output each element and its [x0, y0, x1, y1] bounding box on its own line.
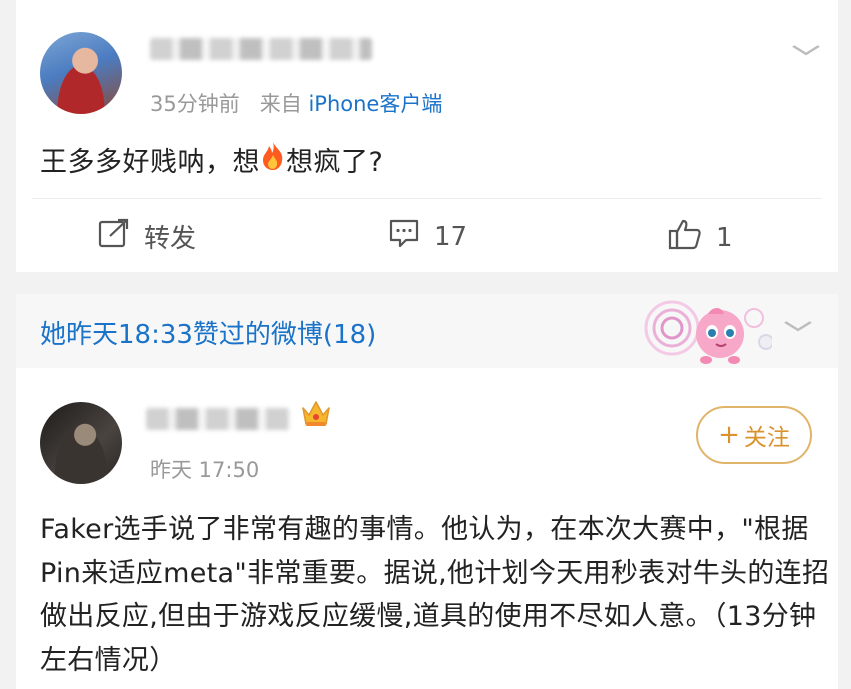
jigglypuff-decoration: [642, 294, 774, 368]
comment-count: 17: [434, 221, 468, 252]
liked-section-title[interactable]: 她昨天18:33赞过的微博(18): [40, 314, 376, 351]
comment-icon: [388, 218, 420, 255]
from-label: 来自: [259, 92, 302, 116]
post-text: Faker选手说了非常有趣的事情。他认为，在本次大赛中，"根据Pin来适应met…: [40, 514, 830, 676]
comment-button[interactable]: 17: [388, 218, 467, 255]
post-time: 昨天 17:50: [150, 458, 260, 482]
liked-section-header[interactable]: 她昨天18:33赞过的微博(18): [16, 294, 838, 368]
fire-icon: [260, 141, 286, 178]
like-count: 1: [716, 222, 733, 253]
post-text-before: 王多多好贱呐，想: [40, 147, 260, 178]
chevron-down-icon[interactable]: [782, 314, 814, 339]
post-time: 35分钟前: [150, 92, 240, 116]
liked-post-card: 昨天 17:50 + 关注 Faker选手说了非常有趣的事情。他认为，在本次大赛…: [16, 368, 838, 689]
like-icon: [668, 218, 702, 257]
avatar[interactable]: [40, 402, 122, 484]
chevron-down-icon[interactable]: [790, 38, 822, 63]
post-text: 王多多好贱呐，想 想疯了?: [40, 140, 383, 179]
repost-icon: [98, 218, 130, 255]
repost-label: 转发: [144, 224, 197, 254]
like-button[interactable]: 1: [668, 218, 733, 257]
follow-label: 关注: [743, 425, 790, 451]
post-source[interactable]: iPhone客户端: [308, 92, 442, 116]
plus-icon: +: [718, 420, 740, 450]
divider: [32, 198, 822, 199]
repost-button[interactable]: 转发: [98, 218, 196, 255]
username-blurred[interactable]: [150, 38, 372, 60]
post-text-after: 想疯了?: [286, 147, 384, 178]
crown-icon: [300, 398, 332, 432]
follow-button[interactable]: + 关注: [696, 406, 812, 464]
post-meta: 35分钟前 来自 iPhone客户端: [150, 88, 442, 118]
avatar[interactable]: [40, 32, 122, 114]
username-blurred[interactable]: [146, 408, 290, 430]
post-card: 35分钟前 来自 iPhone客户端 王多多好贱呐，想 想疯了? 转发 17 1: [16, 0, 838, 272]
